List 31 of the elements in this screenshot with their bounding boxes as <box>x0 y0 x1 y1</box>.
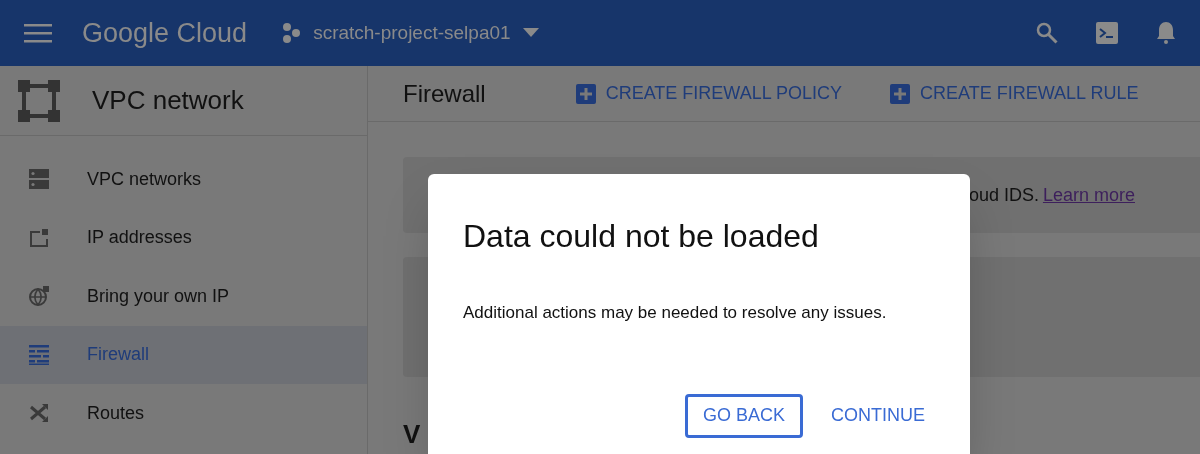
bell-icon[interactable] <box>1156 21 1176 45</box>
section-heading: V <box>403 418 421 451</box>
learn-more-link[interactable]: Learn more <box>1042 181 1135 209</box>
dialog-button[interactable]: CONTINUE <box>813 393 943 438</box>
project-selector[interactable]: scratch-project-selpa01 <box>281 18 539 48</box>
shuffle-arrows-icon <box>28 402 50 425</box>
sidebar-title: VPC network <box>92 84 244 117</box>
caret-icon <box>522 28 539 38</box>
plus-icon <box>890 83 911 104</box>
menu-icon[interactable] <box>24 23 52 43</box>
ip-address-icon <box>28 226 50 249</box>
globe-icon <box>28 285 50 308</box>
network-nodes-icon <box>18 79 60 122</box>
sidebar-item[interactable]: IP addresses <box>0 208 367 267</box>
dialog-message: Additional actions may be needed to resolve any issues. <box>463 302 888 324</box>
plus-icon <box>575 83 596 104</box>
brick-wall-icon <box>28 343 50 366</box>
search-icon[interactable] <box>1036 22 1058 44</box>
create-button[interactable]: CREATE FIREWALL RULE <box>890 80 1139 107</box>
banner-text: oud IDS. <box>968 183 1039 207</box>
dialog-button[interactable]: GO BACK <box>684 393 803 438</box>
create-button[interactable]: CREATE FIREWALL POLICY <box>575 80 843 107</box>
server-stack-icon <box>28 168 50 191</box>
sidebar-item[interactable]: Routes <box>0 384 367 443</box>
terminal-icon[interactable] <box>1096 22 1118 44</box>
dialog-title: Data could not be loaded <box>463 217 820 256</box>
sidebar-item[interactable]: VPC networks <box>0 150 367 209</box>
sidebar-item[interactable]: Bring your own IP <box>0 267 367 326</box>
logo[interactable]: Google Cloud <box>82 12 248 54</box>
hexagons-icon <box>281 22 302 44</box>
page-title: Firewall <box>403 78 486 109</box>
